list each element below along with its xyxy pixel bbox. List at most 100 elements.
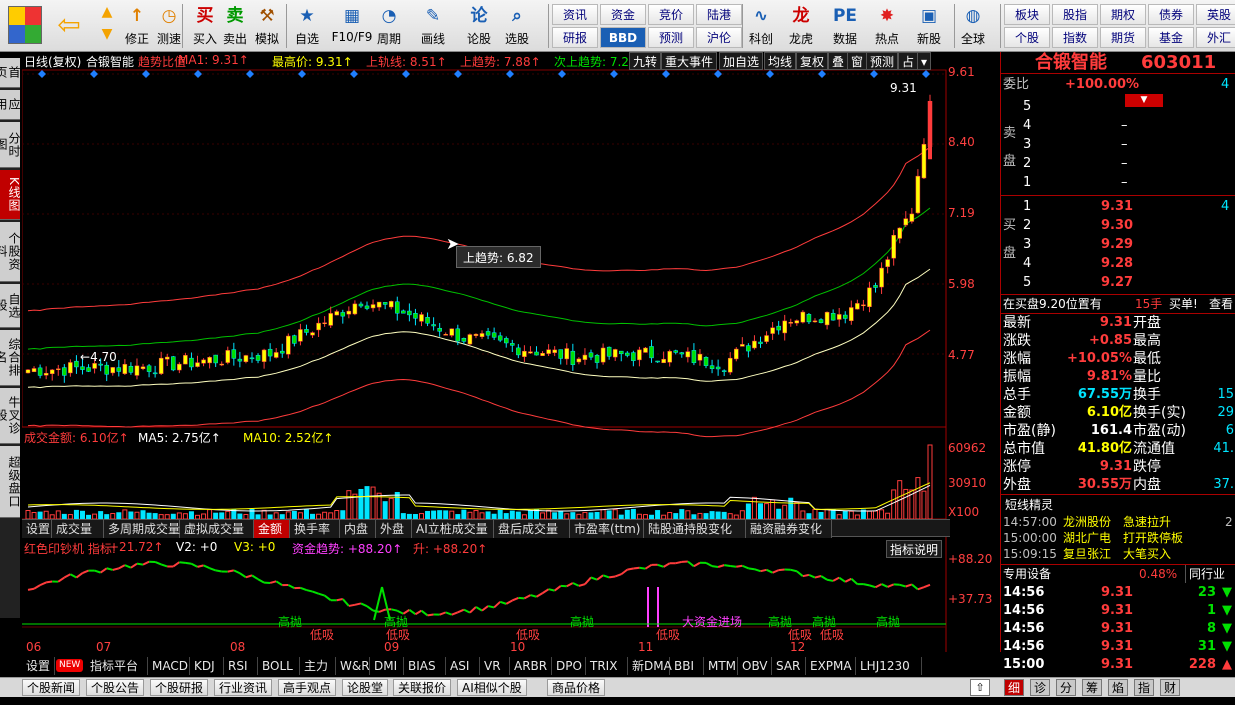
market-link-债券[interactable]: 债券	[1148, 4, 1194, 25]
info-tab-0[interactable]: 个股新闻	[22, 679, 81, 696]
strip-button-4[interactable]: 复权	[796, 52, 829, 70]
toolbar-link-陆港[interactable]: 陆港	[696, 4, 742, 25]
side-tab-7[interactable]: 牛叉诊股	[0, 388, 21, 444]
strip-button-5[interactable]: 叠	[828, 52, 849, 70]
subtab-2[interactable]: 多周期成交量	[104, 520, 180, 538]
spirit-row-1[interactable]: 15:00:00 湖北广电 打开跌停板	[1001, 530, 1235, 546]
kline-chart-area[interactable]: 日线(复权) 合锻智能 趋势比值 MA1: 9.31↑ 最高价: 9.31↑ 上轨线:…	[22, 52, 1000, 654]
side-tab-0[interactable]: 首页	[0, 58, 21, 88]
subtab-3[interactable]: 虚拟成交量	[180, 520, 254, 538]
toolbar-button-8[interactable]: ✎ 画线	[416, 2, 450, 50]
indicator-tab-12[interactable]: ARBR	[510, 657, 552, 675]
toolbar-button-4[interactable]: ⚒ 模拟	[250, 2, 284, 50]
market-link-期权[interactable]: 期权	[1100, 4, 1146, 25]
panel-tab-1[interactable]: 诊	[1030, 679, 1051, 696]
sell-row-3[interactable]: 3–	[1001, 136, 1235, 154]
toolbar-button-0[interactable]: ↑ 修正	[120, 2, 154, 50]
spirit-row-2[interactable]: 15:09:15 复旦张江 大笔买入	[1001, 546, 1235, 562]
buy-row-5[interactable]: 5 9.27	[1001, 274, 1235, 292]
toolbar-button-14[interactable]: ✸ 热点	[870, 2, 904, 50]
indicator-tab-21[interactable]: LHJ1230	[856, 657, 922, 675]
panel-tab-6[interactable]: 财	[1160, 679, 1181, 696]
toolbar-button-9[interactable]: 论论股	[462, 2, 496, 50]
toolbar-button-7[interactable]: ◔ 周期	[372, 2, 406, 50]
market-link-指数[interactable]: 指数	[1052, 27, 1098, 48]
side-tab-3[interactable]: K线图	[0, 170, 21, 220]
toolbar-link-预测[interactable]: 预测	[648, 27, 694, 48]
indicator-tab-19[interactable]: SAR	[772, 657, 806, 675]
indicator-tab-5[interactable]: BOLL	[258, 657, 300, 675]
info-tab-7[interactable]: AI相似个股	[457, 679, 527, 696]
panel-tab-4[interactable]: 焰	[1108, 679, 1129, 696]
side-tab-4[interactable]: 个股资料	[0, 222, 21, 282]
toolbar-button-15[interactable]: ▣ 新股	[912, 2, 946, 50]
info-tab-1[interactable]: 个股公告	[86, 679, 145, 696]
subtab-6[interactable]: 内盘	[340, 520, 376, 538]
info-tab-5[interactable]: 论股堂	[342, 679, 389, 696]
market-link-外汇[interactable]: 外汇	[1196, 27, 1235, 48]
spirit-row-0[interactable]: 14:57:00 龙洲股份 急速拉升 2	[1001, 514, 1235, 530]
indicator-tab-settings[interactable]: 设置	[22, 657, 56, 675]
indicator-tab-11[interactable]: VR	[480, 657, 510, 675]
order-note-link[interactable]: 查看	[1209, 295, 1233, 313]
sell-row-1[interactable]: 1–	[1001, 174, 1235, 192]
toolbar-link-竞价[interactable]: 竞价	[648, 4, 694, 25]
buy-row-4[interactable]: 4 9.28	[1001, 255, 1235, 273]
sell-row-4[interactable]: 4–	[1001, 117, 1235, 135]
info-tab-2[interactable]: 个股研报	[150, 679, 209, 696]
side-tab-5[interactable]: 自选股	[0, 284, 21, 328]
subtab-4[interactable]: 金额	[254, 520, 290, 538]
indicator-tab-2[interactable]: MACD	[148, 657, 190, 675]
toolbar-button-5[interactable]: ★ 自选	[290, 2, 324, 50]
subtab-12[interactable]: 融资融券变化	[746, 520, 832, 538]
buy-row-2[interactable]: 2 9.30	[1001, 217, 1235, 235]
subtab-8[interactable]: AI立桩成交量	[412, 520, 494, 538]
toolbar-button-10[interactable]: ⌕ 选股	[500, 2, 534, 50]
toolbar-link-BBD[interactable]: BBD	[600, 27, 646, 48]
indicator-tab-1[interactable]: 指标平台	[86, 657, 148, 675]
subtab-11[interactable]: 陆股通持股变化	[644, 520, 746, 538]
info-tab-6[interactable]: 关联报价	[393, 679, 452, 696]
indicator-tab-6[interactable]: 主力	[300, 657, 336, 675]
indicator-tab-16[interactable]: BBI	[670, 657, 704, 675]
panel-tab-0[interactable]: 细	[1004, 679, 1025, 696]
strip-dropdown-icon[interactable]: ▾	[917, 52, 932, 70]
down-arrow-icon[interactable]: ▼	[96, 26, 118, 46]
strip-button-3[interactable]: 均线	[764, 52, 797, 70]
toolbar-button-16[interactable]: ◍ 全球	[956, 2, 990, 50]
toolbar-button-13[interactable]: PE 数据	[828, 2, 862, 50]
toolbar-link-资讯[interactable]: 资讯	[552, 4, 598, 25]
market-link-英股[interactable]: 英股	[1196, 4, 1235, 25]
side-tab-2[interactable]: 分时图	[0, 122, 21, 168]
indicator-tab-20[interactable]: EXPMA	[806, 657, 856, 675]
same-industry-button[interactable]: 同行业	[1185, 565, 1228, 583]
chart-period-label[interactable]: 日线(复权)	[24, 53, 81, 70]
subtab-10[interactable]: 市盈率(ttm)	[570, 520, 644, 538]
market-link-板块[interactable]: 板块	[1004, 4, 1050, 25]
toolbar-link-沪伦[interactable]: 沪伦	[696, 27, 742, 48]
indicator-tab-13[interactable]: DPO	[552, 657, 586, 675]
info-tab-4[interactable]: 高手观点	[278, 679, 337, 696]
market-link-个股[interactable]: 个股	[1004, 27, 1050, 48]
subtab-5[interactable]: 换手率	[290, 520, 340, 538]
strip-button-1[interactable]: 重大事件	[661, 52, 718, 70]
indicator-tab-14[interactable]: TRIX	[586, 657, 628, 675]
indicator-tab-15[interactable]: 新DMA	[628, 657, 672, 675]
subtab-9[interactable]: 盘后成交量	[494, 520, 570, 538]
buy-row-3[interactable]: 3 9.29	[1001, 236, 1235, 254]
panel-tab-2[interactable]: 分	[1056, 679, 1077, 696]
toolbar-button-1[interactable]: ◷ 测速	[152, 2, 186, 50]
toolbar-button-2[interactable]: 买买入	[188, 2, 222, 50]
back-arrow-icon[interactable]: ⇦	[52, 10, 86, 40]
sell-row-2[interactable]: 2–	[1001, 155, 1235, 173]
indicator-tab-4[interactable]: RSI	[224, 657, 258, 675]
subtab-7[interactable]: 外盘	[376, 520, 412, 538]
strip-button-2[interactable]: 加自选	[719, 52, 764, 70]
indicator-tab-18[interactable]: OBV	[738, 657, 772, 675]
indicator-explain-button[interactable]: 指标说明	[886, 540, 943, 558]
strip-button-7[interactable]: 预测	[866, 52, 899, 70]
scroll-up-icon[interactable]: ⇧	[970, 679, 990, 696]
strip-button-8[interactable]: 占	[898, 52, 919, 70]
subtab-1[interactable]: 成交量	[52, 520, 104, 538]
toolbar-link-资金[interactable]: 资金	[600, 4, 646, 25]
